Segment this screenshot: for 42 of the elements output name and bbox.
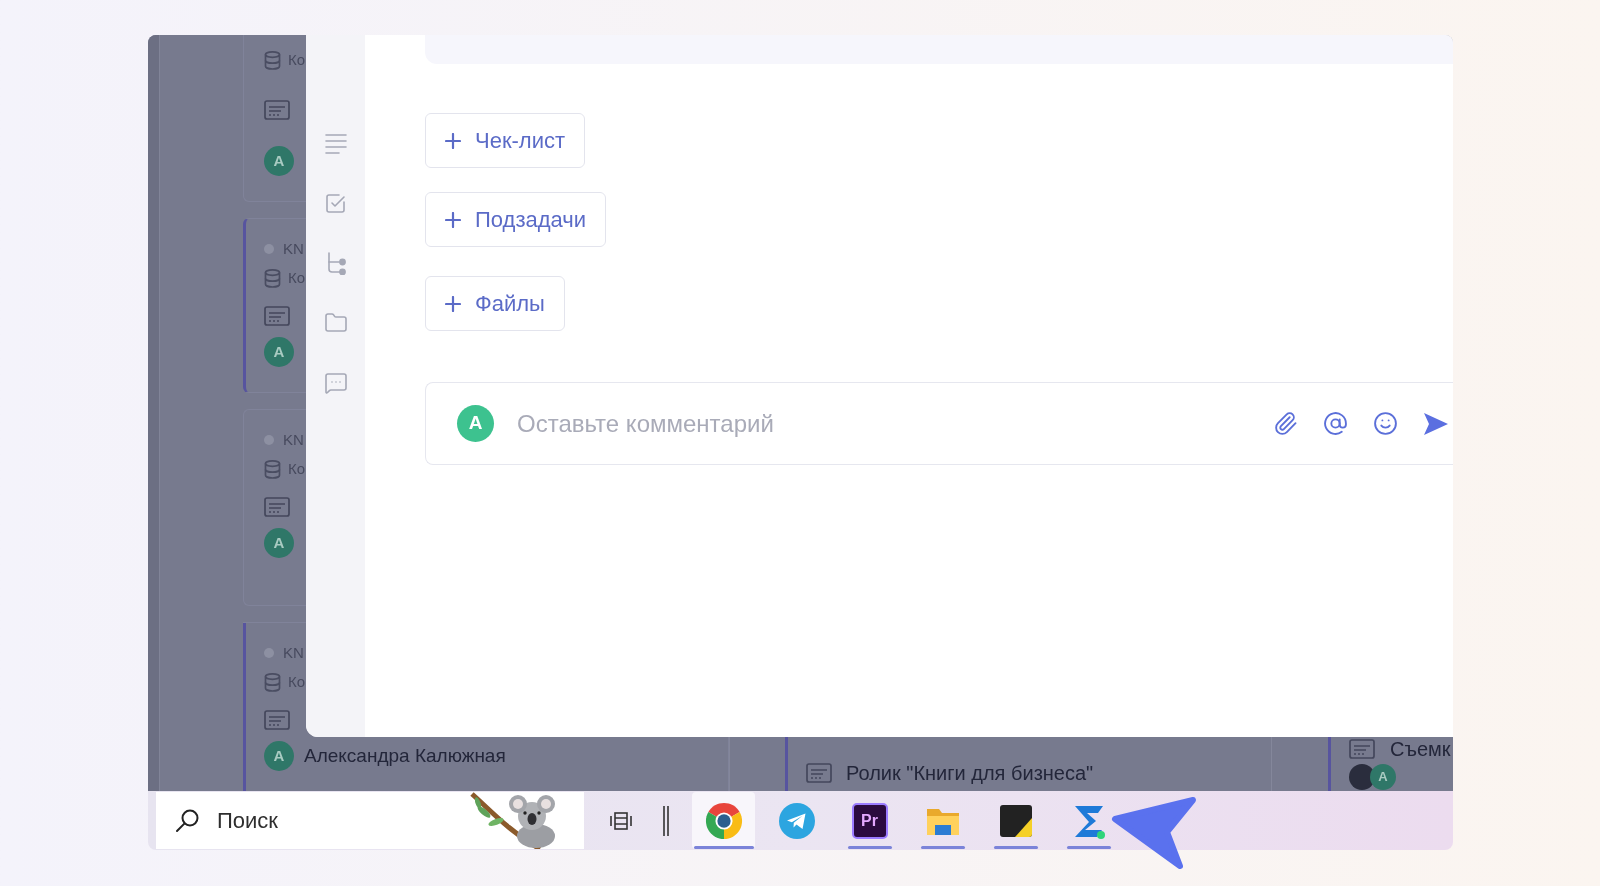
- taskbar-button[interactable]: Pr: [838, 792, 901, 849]
- assignee-name: Александра Калюжная: [304, 743, 506, 768]
- smiley-icon[interactable]: [1373, 411, 1398, 436]
- checkbox-icon[interactable]: [323, 191, 348, 215]
- avatar: А: [264, 528, 294, 558]
- add-button[interactable]: Подзадачи: [425, 192, 607, 247]
- avatar: А: [264, 146, 294, 176]
- app-logo: Pr: [851, 802, 888, 839]
- taskbar-button[interactable]: [692, 792, 755, 849]
- paperclip-icon[interactable]: [1273, 411, 1298, 436]
- avatar: А: [264, 337, 294, 367]
- search-icon: [175, 808, 200, 833]
- text-box-icon: [1349, 739, 1375, 759]
- text-box-icon: [264, 497, 290, 517]
- plus-icon: [445, 295, 461, 312]
- search-bar[interactable]: Поиск: [156, 792, 584, 849]
- database-icon: [264, 459, 281, 479]
- browser-icon: [704, 801, 743, 840]
- vertical-lines-icon[interactable]: [661, 804, 671, 837]
- avatar: А: [264, 741, 294, 771]
- avatar: А: [457, 405, 494, 442]
- avatar-photo-placeholder: [1349, 764, 1375, 790]
- add-button[interactable]: Файлы: [425, 276, 565, 331]
- database-icon: [264, 268, 281, 288]
- paper-plane-icon: [778, 802, 815, 839]
- text-box-icon: [806, 763, 832, 783]
- database-icon: [264, 672, 281, 692]
- card-title: Съемк: [1390, 737, 1451, 762]
- text-box-icon: [264, 100, 290, 120]
- avatar: А: [1370, 764, 1396, 790]
- text-box-icon: [264, 710, 290, 730]
- plus-icon: [445, 211, 461, 228]
- sticky-note-icon: [998, 803, 1033, 838]
- database-icon: [264, 50, 281, 70]
- plus-icon: [445, 132, 461, 149]
- search-field[interactable]: Поиск: [217, 802, 470, 839]
- add-button[interactable]: Чек-лист: [425, 113, 586, 168]
- send-icon[interactable]: [1423, 411, 1448, 436]
- text-box-icon: [264, 306, 290, 326]
- comment-input[interactable]: Оставьте комментарий: [517, 403, 1273, 444]
- card-title: Ролик "Книги для бизнеса": [846, 761, 1094, 786]
- at-sign-icon[interactable]: [1323, 411, 1348, 436]
